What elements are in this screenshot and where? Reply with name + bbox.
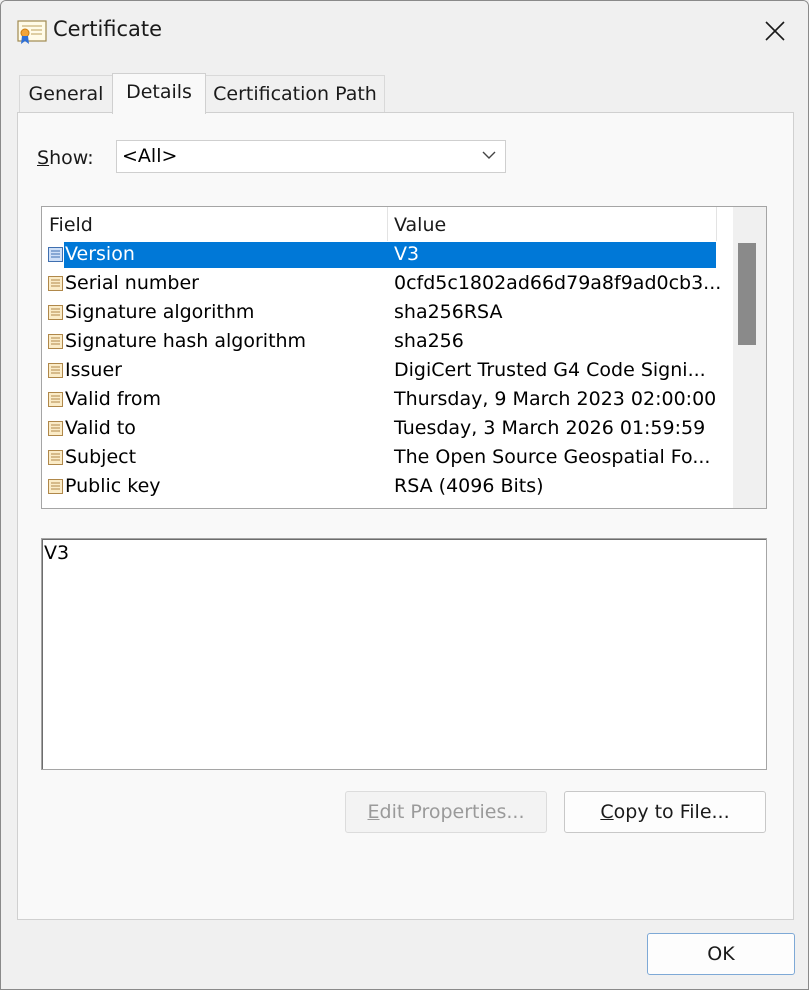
field-name: Signature hash algorithm [65, 330, 307, 352]
column-header-value[interactable]: Value [394, 207, 446, 241]
field-name: Signature algorithm [65, 301, 255, 323]
certificate-field-icon [48, 363, 63, 378]
list-row[interactable]: Valid from Thursday, 9 March 2023 02:00:0… [42, 386, 716, 415]
field-name: Serial number [65, 272, 199, 294]
list-header: Field Value [42, 207, 717, 241]
certificate-field-icon [48, 305, 63, 320]
tab-certification-path[interactable]: Certification Path [205, 75, 385, 112]
show-dropdown[interactable]: <All> [116, 140, 506, 173]
title-bar: Certificate [1, 1, 808, 63]
close-button[interactable] [751, 11, 799, 51]
list-row[interactable]: Signature hash algorithm sha256 [42, 328, 716, 357]
certificate-icon [17, 20, 47, 44]
field-value: V3 [394, 243, 420, 265]
field-detail-box[interactable]: V3 [41, 538, 767, 770]
certificate-dialog: Certificate General Details Certificatio… [0, 0, 809, 990]
show-label: Show: [37, 147, 94, 169]
certificate-field-icon [48, 276, 63, 291]
detail-border [42, 539, 43, 769]
column-divider[interactable] [716, 207, 717, 241]
copy-to-file-button[interactable]: Copy to File... [564, 791, 766, 833]
field-value: sha256 [394, 330, 464, 352]
field-name: Valid to [65, 417, 136, 439]
field-name: Subject [65, 446, 137, 468]
list-row[interactable]: Public key RSA (4096 Bits) [42, 473, 716, 502]
list-row[interactable]: Version V3 [42, 241, 716, 270]
detail-border [42, 539, 766, 540]
list-row[interactable]: Serial number 0cfd5c1802ad66d79a8f9ad0cb3… [42, 270, 721, 299]
list-row[interactable]: Signature algorithm sha256RSA [42, 299, 716, 328]
field-name: Public key [65, 475, 161, 497]
selection-highlight [64, 242, 716, 268]
certificate-field-icon [48, 479, 63, 494]
scrollbar-thumb[interactable] [738, 243, 756, 345]
field-value: Tuesday, 3 March 2026 01:59:59 [394, 417, 706, 439]
certificate-field-icon [48, 421, 63, 436]
field-value: Thursday, 9 March 2023 02:00:00 [394, 388, 717, 410]
tab-general[interactable]: General [19, 75, 113, 112]
list-row[interactable]: Valid to Tuesday, 3 March 2026 01:59:59 [42, 415, 716, 444]
field-value: The Open Source Geospatial Fo... [394, 446, 711, 468]
field-detail-text: V3 [44, 542, 70, 564]
certificate-field-icon [48, 450, 63, 465]
tab-details[interactable]: Details [112, 73, 206, 114]
list-scrollbar[interactable] [733, 207, 766, 508]
field-value: 0cfd5c1802ad66d79a8f9ad0cb3... [394, 272, 722, 294]
field-value: RSA (4096 Bits) [394, 475, 544, 497]
fields-list[interactable]: Field Value Version V3 Serial number 0cfd5c… [41, 206, 767, 509]
field-name: Issuer [65, 359, 122, 381]
edit-properties-button[interactable]: Edit Properties... [345, 791, 547, 833]
ok-button[interactable]: OK [647, 933, 795, 975]
show-dropdown-value: <All> [122, 145, 178, 167]
certificate-field-icon [48, 392, 63, 407]
chevron-down-icon [482, 151, 496, 159]
field-value: sha256RSA [394, 301, 503, 323]
list-row[interactable]: Subject The Open Source Geospatial Fo... [42, 444, 716, 473]
field-value: DigiCert Trusted G4 Code Signi... [394, 359, 706, 381]
field-name: Version [65, 243, 135, 265]
window-title: Certificate [53, 17, 163, 41]
column-header-field[interactable]: Field [49, 207, 93, 241]
certificate-field-icon [48, 247, 63, 262]
field-name: Valid from [65, 388, 162, 410]
column-divider[interactable] [387, 207, 388, 241]
list-row[interactable]: Issuer DigiCert Trusted G4 Code Signi... [42, 357, 716, 386]
certificate-field-icon [48, 334, 63, 349]
close-icon [765, 21, 785, 41]
